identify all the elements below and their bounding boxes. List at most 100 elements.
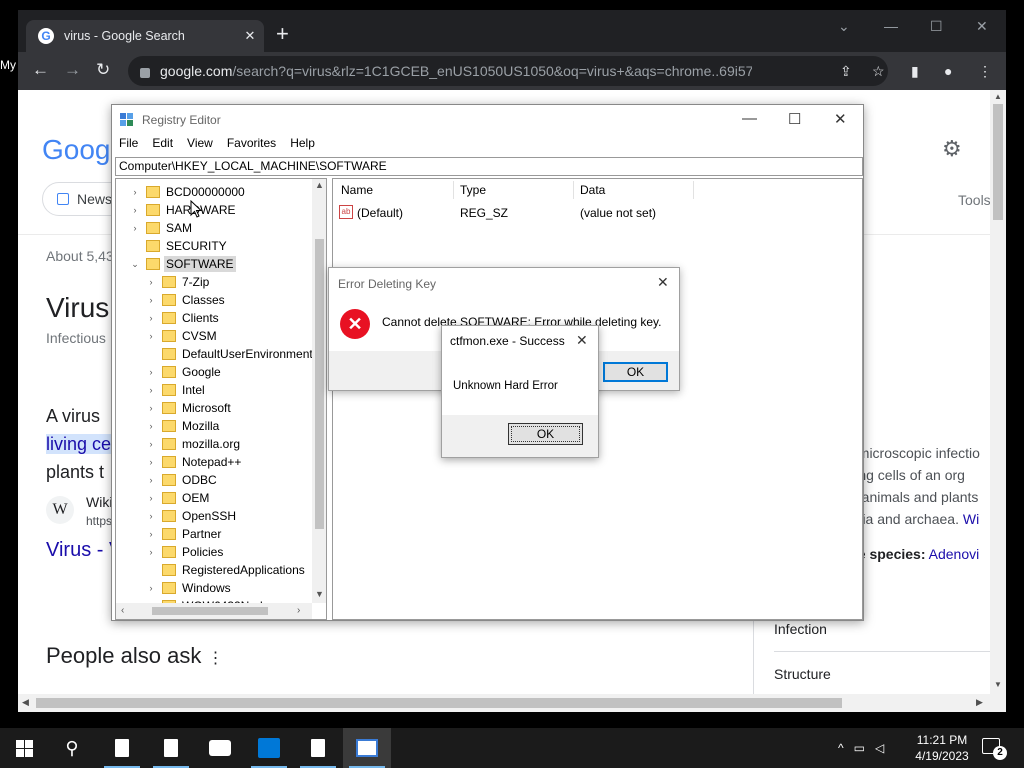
panel-tab-infection[interactable]: Infection: [774, 621, 827, 637]
tree-item[interactable]: › 7-Zip: [144, 273, 211, 291]
tree-item[interactable]: › Clients: [144, 309, 221, 327]
chevron-icon[interactable]: ›: [144, 277, 158, 287]
reload-button[interactable]: ↻: [96, 61, 110, 79]
taskbar-app-file-2[interactable]: [147, 728, 195, 768]
taskbar-app-regedit[interactable]: [343, 728, 391, 768]
chevron-icon[interactable]: ›: [144, 421, 158, 431]
chevron-icon[interactable]: ⌄: [128, 259, 142, 270]
chevron-icon[interactable]: ›: [128, 187, 142, 197]
scroll-right-icon[interactable]: ›: [297, 605, 300, 616]
chevron-icon[interactable]: ›: [144, 547, 158, 557]
column-header-type[interactable]: Type: [460, 183, 486, 197]
regedit-maximize-button[interactable]: ☐: [788, 110, 801, 128]
gear-icon[interactable]: ⚙: [942, 136, 962, 162]
taskbar-app-calendar[interactable]: [245, 728, 293, 768]
tree-item[interactable]: › OpenSSH: [144, 507, 238, 525]
chevron-icon[interactable]: ›: [144, 439, 158, 449]
desktop-icon-label[interactable]: My: [0, 58, 16, 72]
scroll-down-icon[interactable]: ▼: [315, 589, 324, 599]
chevron-up-icon[interactable]: ^: [838, 741, 844, 755]
scroll-thumb[interactable]: [315, 239, 324, 529]
chevron-icon[interactable]: ›: [128, 223, 142, 233]
tree-item[interactable]: ⌄ SOFTWARE: [128, 255, 236, 273]
chrome-menu-icon[interactable]: ⋮: [978, 64, 992, 78]
back-button[interactable]: ←: [32, 61, 49, 79]
maximize-button[interactable]: ☐: [930, 18, 943, 35]
profile-icon[interactable]: ●: [944, 64, 952, 78]
scroll-thumb[interactable]: [36, 698, 842, 708]
menu-help[interactable]: Help: [290, 136, 315, 156]
search-button[interactable]: ⚲: [48, 728, 96, 768]
source-name[interactable]: Wiki: [86, 494, 112, 510]
tree-item[interactable]: › mozilla.org: [144, 435, 242, 453]
ok-button[interactable]: OK: [508, 423, 583, 445]
chevron-icon[interactable]: ›: [144, 295, 158, 305]
tree-item[interactable]: › CVSM: [144, 327, 219, 345]
column-separator[interactable]: [693, 181, 694, 199]
chevron-icon[interactable]: ›: [144, 583, 158, 593]
tree-item[interactable]: SECURITY: [128, 237, 229, 255]
chevron-icon[interactable]: ›: [144, 475, 158, 485]
page-horizontal-scrollbar[interactable]: ◀ ▶: [18, 694, 1006, 712]
address-bar[interactable]: google.com /search?q=virus&rlz=1C1GCEB_e…: [128, 56, 888, 86]
tree-item[interactable]: › ODBC: [144, 471, 219, 489]
chevron-icon[interactable]: ›: [128, 205, 142, 215]
browser-tab[interactable]: G virus - Google Search ✕: [26, 20, 264, 52]
tab-search-icon[interactable]: ⌄: [838, 18, 850, 35]
more-options-icon[interactable]: ⋮: [207, 650, 223, 667]
taskbar-app-file-1[interactable]: [98, 728, 146, 768]
panel-tab-structure[interactable]: Structure: [774, 666, 831, 682]
scroll-thumb[interactable]: [993, 104, 1003, 220]
tree-item[interactable]: › OEM: [144, 489, 211, 507]
column-separator[interactable]: [573, 181, 574, 199]
tree-item[interactable]: › SAM: [128, 219, 194, 237]
menu-view[interactable]: View: [187, 136, 213, 156]
dialog-close-button[interactable]: ✕: [657, 274, 669, 291]
column-separator[interactable]: [453, 181, 454, 199]
tree-item[interactable]: › BCD00000000: [128, 183, 247, 201]
tree-vertical-scrollbar[interactable]: ▲ ▼: [312, 179, 326, 603]
tree-item[interactable]: › Intel: [144, 381, 207, 399]
ok-button[interactable]: OK: [603, 362, 668, 382]
bookmark-star-icon[interactable]: ☆: [872, 64, 885, 78]
forward-button[interactable]: →: [64, 61, 81, 79]
taskbar-clock[interactable]: 11:21 PM 4/19/2023: [912, 732, 972, 764]
column-header-data[interactable]: Data: [580, 183, 605, 197]
scroll-left-icon[interactable]: ‹: [121, 605, 124, 616]
tree-item[interactable]: ›HARDWARE: [128, 201, 238, 219]
panel-link-wiki[interactable]: Wi: [959, 511, 979, 527]
tab-close-icon[interactable]: ✕: [236, 28, 264, 44]
chevron-icon[interactable]: ›: [144, 313, 158, 323]
chevron-icon[interactable]: ›: [144, 403, 158, 413]
menu-favorites[interactable]: Favorites: [227, 136, 276, 156]
chevron-icon[interactable]: ›: [144, 511, 158, 521]
regedit-titlebar[interactable]: Registry Editor — ☐ ✕: [112, 105, 863, 135]
regedit-close-button[interactable]: ✕: [834, 110, 847, 128]
tree-horizontal-scrollbar[interactable]: ‹ ›: [116, 603, 312, 619]
tree-item[interactable]: DefaultUserEnvironment: [144, 345, 315, 363]
tree-item[interactable]: › Google: [144, 363, 223, 381]
chevron-icon[interactable]: ›: [144, 331, 158, 341]
share-icon[interactable]: ⇪: [840, 64, 852, 78]
chevron-icon[interactable]: ›: [144, 529, 158, 539]
close-window-button[interactable]: ✕: [976, 18, 988, 35]
column-header-name[interactable]: Name: [341, 183, 373, 197]
tree-item[interactable]: › Mozilla: [144, 417, 221, 435]
tree-item[interactable]: RegisteredApplications: [144, 561, 307, 579]
scroll-up-icon[interactable]: ▲: [315, 180, 324, 190]
minimize-button[interactable]: —: [884, 18, 898, 34]
start-button[interactable]: [0, 728, 48, 768]
dialog-close-button[interactable]: ✕: [576, 332, 588, 349]
chevron-icon[interactable]: ›: [144, 457, 158, 467]
tree-item[interactable]: › Policies: [144, 543, 225, 561]
menu-edit[interactable]: Edit: [152, 136, 173, 156]
new-tab-button[interactable]: +: [276, 23, 289, 45]
chevron-icon[interactable]: ›: [144, 385, 158, 395]
side-panel-icon[interactable]: ▮: [911, 64, 919, 78]
regedit-address-bar[interactable]: Computer\HKEY_LOCAL_MACHINE\SOFTWARE: [115, 157, 863, 176]
scroll-right-icon[interactable]: ▶: [976, 697, 983, 708]
page-vertical-scrollbar[interactable]: ▲ ▼: [990, 90, 1006, 694]
chevron-icon[interactable]: ›: [144, 493, 158, 503]
network-icon[interactable]: ▭: [854, 741, 865, 755]
tools-button[interactable]: Tools: [958, 192, 991, 208]
